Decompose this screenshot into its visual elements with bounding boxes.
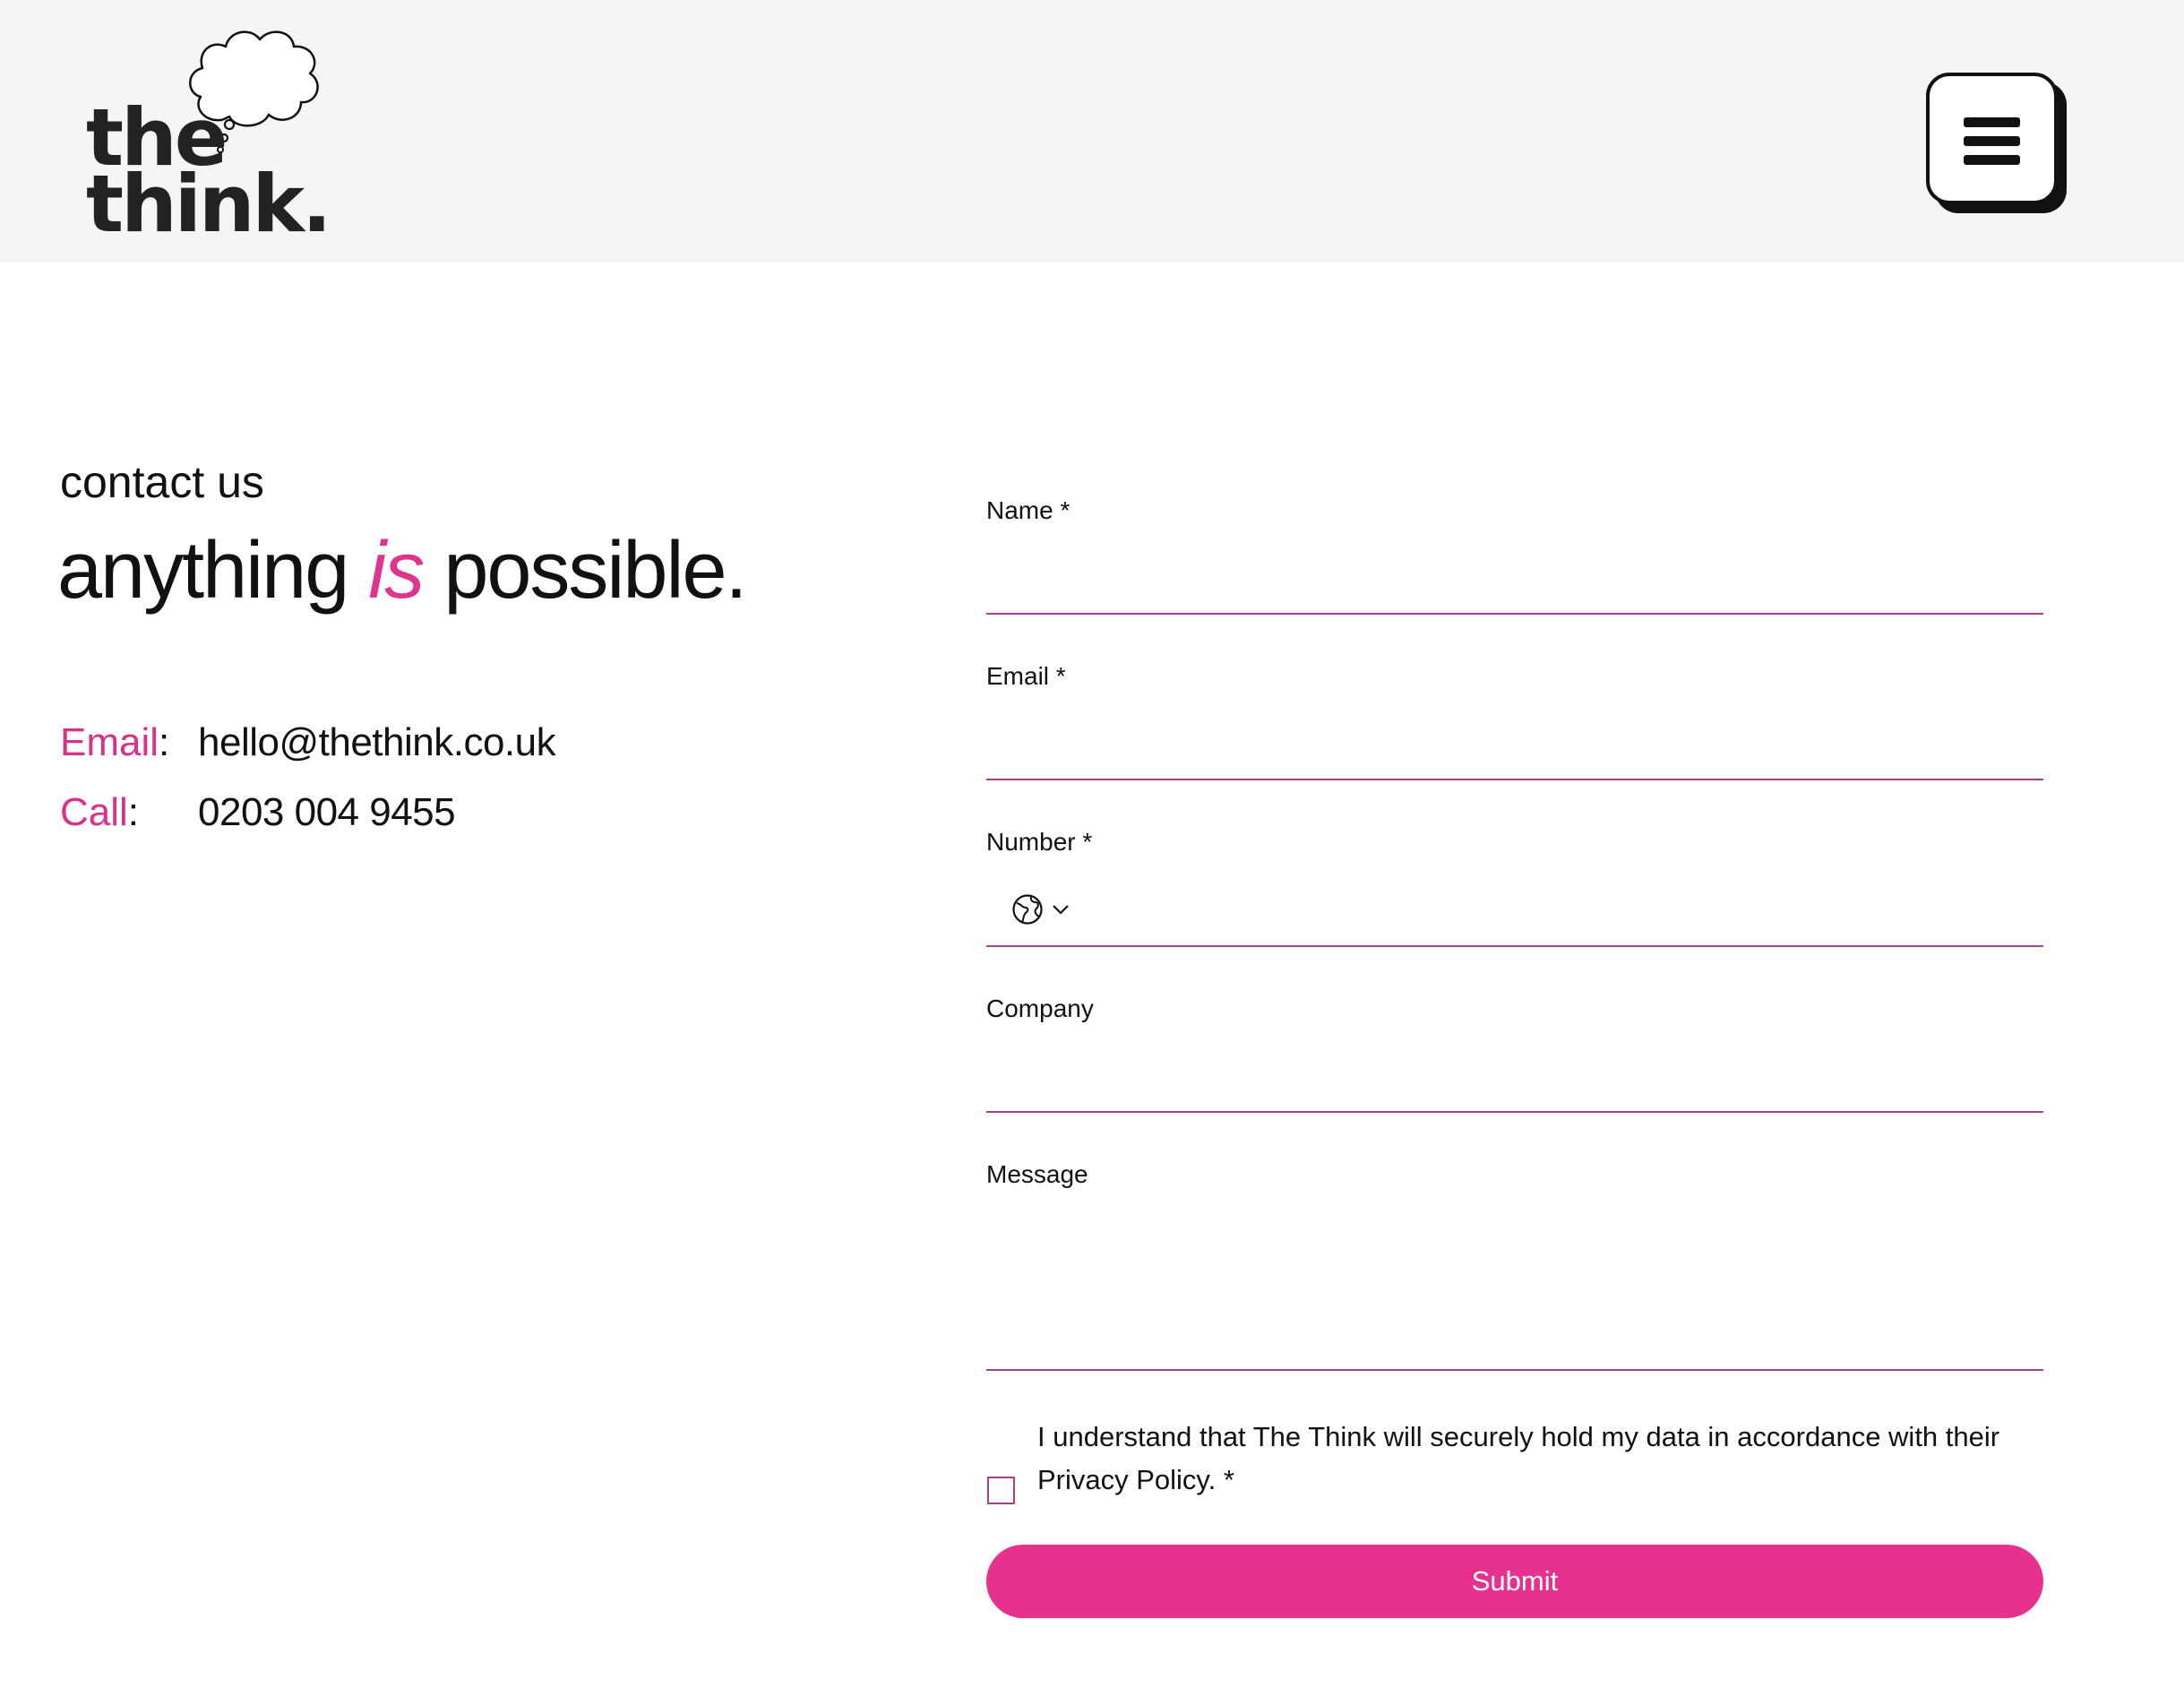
name-field[interactable] bbox=[986, 570, 2043, 615]
contact-call-separator: : bbox=[127, 790, 140, 834]
headline-start: anything bbox=[57, 526, 349, 616]
privacy-consent-checkbox[interactable] bbox=[987, 1477, 1015, 1504]
hamburger-menu-icon-bar bbox=[1964, 136, 2020, 146]
chevron-down-icon bbox=[1053, 905, 1069, 915]
privacy-consent-text: I understand that The Think will securel… bbox=[1037, 1421, 2000, 1495]
privacy-consent: I understand that The Think will securel… bbox=[986, 1416, 2043, 1514]
logo-text-line2: think. bbox=[86, 158, 331, 250]
email-field-label: Email * bbox=[986, 662, 1066, 690]
menu-button[interactable] bbox=[1926, 73, 2058, 204]
hamburger-menu-icon bbox=[1964, 117, 2020, 127]
name-field-label: Name * bbox=[986, 496, 1071, 524]
company-field[interactable] bbox=[986, 1068, 2043, 1113]
contact-phone-link[interactable]: 0203 004 9455 bbox=[198, 788, 456, 838]
page-headline: anything is possible. bbox=[57, 521, 748, 620]
contact-call-label: Call bbox=[60, 790, 128, 834]
logo[interactable]: the think. bbox=[86, 16, 355, 244]
number-field[interactable] bbox=[986, 883, 2043, 947]
headline-accent: is bbox=[368, 526, 425, 616]
contact-email-link[interactable]: hello@thethink.co.uk bbox=[198, 718, 556, 768]
email-field[interactable] bbox=[986, 736, 2043, 780]
contact-email-label: Email bbox=[60, 720, 159, 764]
contact-email-separator: : bbox=[159, 720, 170, 764]
headline-end: possible. bbox=[443, 526, 747, 616]
contact-call-row: Call: 0203 004 9455 bbox=[60, 788, 456, 838]
message-field[interactable] bbox=[986, 1201, 2043, 1371]
globe-icon bbox=[1012, 894, 1043, 925]
section-eyebrow: contact us bbox=[60, 457, 264, 507]
contact-email-row: Email: hello@thethink.co.uk bbox=[60, 718, 556, 768]
submit-button[interactable]: Submit bbox=[986, 1545, 2043, 1618]
country-code-selector[interactable] bbox=[1011, 891, 1071, 927]
hamburger-menu-icon-bar bbox=[1964, 155, 2020, 165]
site-header: the think. bbox=[0, 0, 2184, 263]
number-field-label: Number * bbox=[986, 828, 1093, 856]
company-field-label: Company bbox=[986, 995, 1094, 1022]
message-field-label: Message bbox=[986, 1160, 1088, 1188]
